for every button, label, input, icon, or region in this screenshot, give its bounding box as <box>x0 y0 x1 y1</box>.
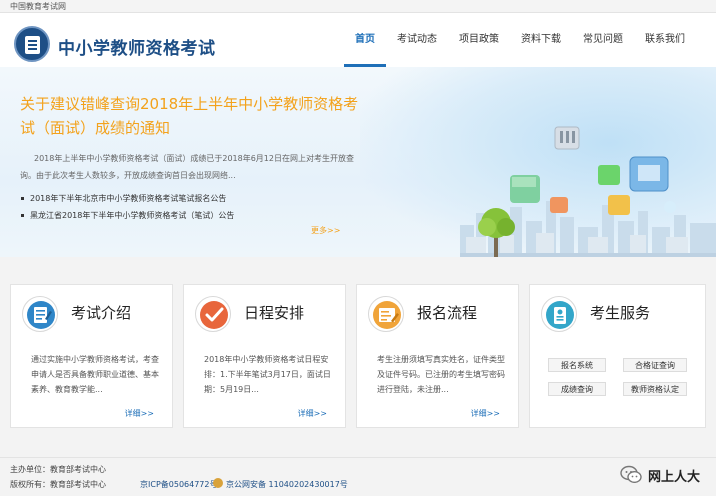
top-bar-site-label: 中国教育考试网 <box>10 2 66 11</box>
notepad-icon <box>22 296 58 332</box>
teacher-qualification-button[interactable]: 教师资格认定 <box>623 382 687 396</box>
checkmark-icon <box>195 296 231 332</box>
card-more-link[interactable]: 详细>> <box>298 408 327 419</box>
card-registration[interactable]: 报名流程 考生注册须填写真实姓名，证件类型及证件号码。已注册的考生填写密码进行登… <box>356 284 519 428</box>
nav-faq[interactable]: 常见问题 <box>572 13 634 67</box>
card-title: 报名流程 <box>417 304 478 322</box>
registration-system-button[interactable]: 报名系统 <box>548 358 606 372</box>
banner-headline[interactable]: 关于建议错峰查询2018年上半年中小学教师资格考试（面试）成绩的通知 <box>20 92 360 140</box>
card-schedule[interactable]: 日程安排 2018年中小学教师资格考试日程安排：1.下半年笔试3月17日，面试日… <box>183 284 346 428</box>
certificate-query-button[interactable]: 合格证查询 <box>623 358 687 372</box>
banner-more-link[interactable]: 更多>> <box>311 225 340 236</box>
card-title: 考生服务 <box>590 304 651 322</box>
nav-exam-news[interactable]: 考试动态 <box>386 13 448 67</box>
card-more-link[interactable]: 详细>> <box>125 408 154 419</box>
wechat-account-name: 网上人大 <box>647 469 700 485</box>
site-title[interactable]: 中小学教师资格考试 <box>58 34 216 59</box>
banner-news-list: 2018年下半年北京市中小学教师资格考试笔试报名公告 黑龙江省2018年下半年中… <box>20 190 365 224</box>
card-text: 2018年中小学教师资格考试日程安排：1.下半年笔试3月17日，面试日期：5月1… <box>204 355 331 394</box>
card-candidate-services: 考生服务 报名系统 合格证查询 成绩查询 教师资格认定 <box>529 284 706 428</box>
wechat-icon <box>620 465 642 484</box>
header: 中小学教师资格考试 首页 考试动态 项目政策 资料下载 常见问题 联系我们 <box>0 13 716 67</box>
form-icon <box>368 296 404 332</box>
card-title: 考试介绍 <box>71 304 132 322</box>
footer-icp-link[interactable]: 京ICP备05064772号 <box>140 479 218 490</box>
nav-policy[interactable]: 项目政策 <box>448 13 510 67</box>
floating-cubes-illustration <box>510 126 676 215</box>
card-more-link[interactable]: 详细>> <box>471 408 500 419</box>
main-nav: 首页 考试动态 项目政策 资料下载 常见问题 联系我们 <box>344 13 696 67</box>
nav-home[interactable]: 首页 <box>344 13 386 67</box>
site-logo-icon[interactable] <box>14 26 50 62</box>
card-text: 通过实施中小学教师资格考试，考查申请人是否具备教师职业道德、基本素养、教育教学能… <box>31 355 159 394</box>
card-exam-intro[interactable]: 考试介绍 通过实施中小学教师资格考试，考查申请人是否具备教师职业道德、基本素养、… <box>10 284 173 428</box>
hero-banner: 关于建议错峰查询2018年上半年中小学教师资格考试（面试）成绩的通知 2018年… <box>0 67 716 257</box>
card-title: 日程安排 <box>244 304 305 322</box>
banner-summary: 2018年上半年中小学教师资格考试（面试）成绩已于2018年6月12日在网上对考… <box>20 154 354 180</box>
top-bar: 中国教育考试网 <box>0 0 716 13</box>
score-query-button[interactable]: 成绩查询 <box>548 382 606 396</box>
footer-copyright: 版权所有：教育部考试中心 <box>10 480 106 489</box>
news-item[interactable]: 黑龙江省2018年下半年中小学教师资格考试（笔试）公告 <box>20 207 365 224</box>
footer-police-link[interactable]: 京公网安备 11040202430017号 <box>226 479 348 490</box>
news-item[interactable]: 2018年下半年北京市中小学教师资格考试笔试报名公告 <box>20 190 365 207</box>
footer: 主办单位：教育部考试中心 版权所有：教育部考试中心 京ICP备05064772号… <box>0 457 716 496</box>
footer-sponsor: 主办单位：教育部考试中心 <box>10 465 106 474</box>
card-text: 考生注册须填写真实姓名，证件类型及证件号码。已注册的考生填写密码进行登陆，未注册… <box>377 355 505 394</box>
feature-cards: 考试介绍 通过实施中小学教师资格考试，考查申请人是否具备教师职业道德、基本素养、… <box>10 284 706 428</box>
id-card-icon <box>541 296 577 332</box>
police-badge-icon <box>213 478 223 488</box>
wechat-watermark: 网上人大 <box>620 464 700 486</box>
nav-contact[interactable]: 联系我们 <box>634 13 696 67</box>
nav-downloads[interactable]: 资料下载 <box>510 13 572 67</box>
